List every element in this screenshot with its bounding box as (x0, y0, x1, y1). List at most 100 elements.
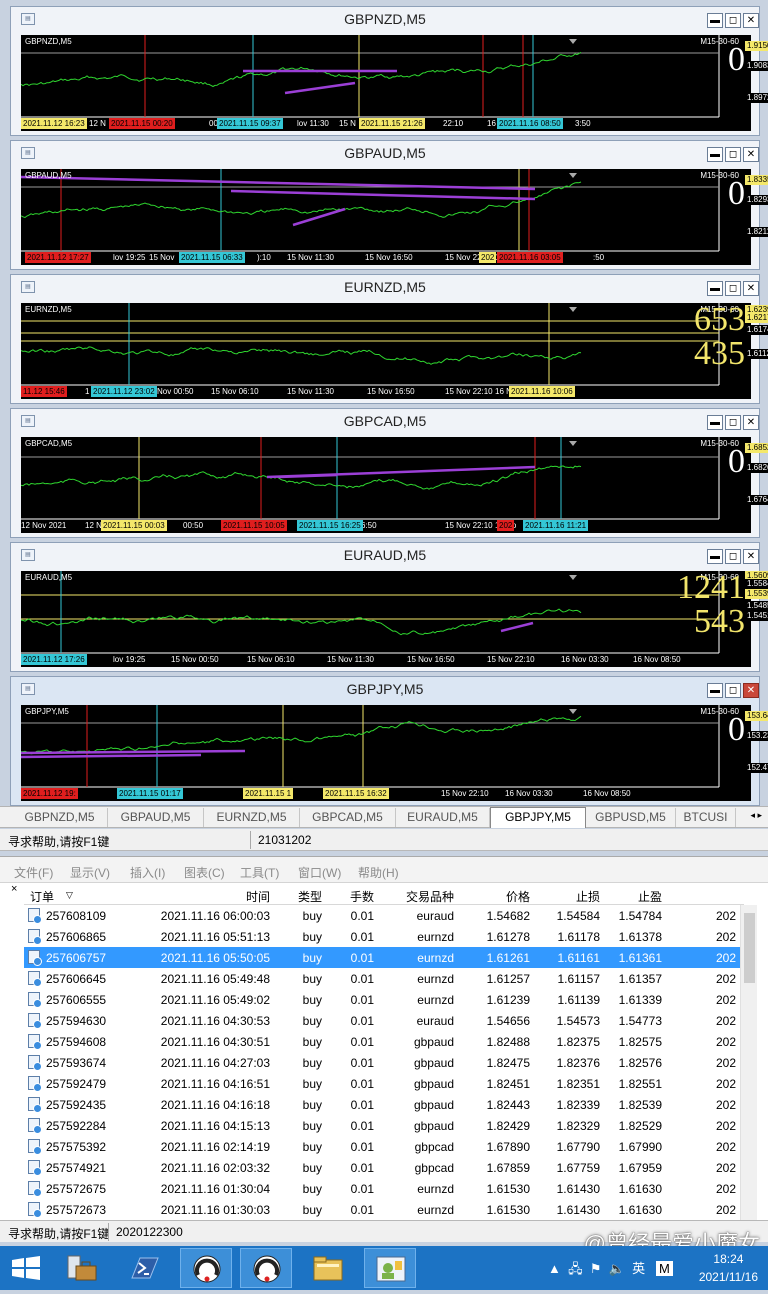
column-header-lots[interactable]: 手数 (326, 888, 374, 905)
table-row[interactable]: 257606757 2021.11.16 05:50:05 buy 0.01 eurnz… (24, 947, 744, 968)
window-title-bar[interactable]: ▤ GBPCAD,M5 ▬ ◻ ✕ (11, 409, 759, 435)
chart-window-gbpjpy[interactable]: ▤GBPJPY,M5▬◻✕GBPJPY,M5M15-30-600153.6441… (10, 676, 768, 806)
powershell-button[interactable] (118, 1248, 170, 1288)
tab-gbpnzd[interactable]: GBPNZD,M5 (12, 808, 108, 827)
close-button[interactable]: ✕ (743, 13, 759, 28)
column-header-order[interactable]: 订单 (30, 888, 140, 905)
window-title-bar[interactable]: ▤ GBPNZD,M5 ▬ ◻ ✕ (11, 7, 759, 33)
tab-eurnzd[interactable]: EURNZD,M5 (204, 808, 300, 827)
network-icon[interactable]: 🖧 (568, 1261, 583, 1276)
table-row[interactable]: 257572675 2021.11.16 01:30:04 buy 0.01 eurnz… (24, 1178, 744, 1199)
close-button[interactable]: ✕ (743, 683, 759, 698)
chart-window-gbpcad[interactable]: ▤GBPCAD,M5▬◻✕GBPCAD,M5M15-30-6001.685231… (10, 408, 768, 538)
table-row[interactable]: 257593674 2021.11.16 04:27:03 buy 0.01 gbpau… (24, 1052, 744, 1073)
table-row[interactable]: 257592435 2021.11.16 04:16:18 buy 0.01 gbpau… (24, 1094, 744, 1115)
price-chart[interactable]: GBPJPY,M5M15-30-600153.644153.230152.470… (21, 705, 768, 801)
tab-scroll-arrows[interactable]: ◂ ▸ (750, 810, 762, 821)
minimize-button[interactable]: ▬ (707, 549, 723, 564)
cell-time: 2021.11.16 04:16:51 (160, 1077, 270, 1091)
maximize-button[interactable]: ◻ (725, 415, 741, 430)
cell-symbol: gbpaud (413, 1098, 454, 1112)
chart-window-eurnzd[interactable]: ▤ EURNZD,M5 ▬ ◻ ✕ EURNZD,M5 M15-30-60 653 435 1.6… (10, 274, 768, 404)
column-header-symbol[interactable]: 交易品种 (378, 888, 454, 905)
close-button[interactable]: ✕ (743, 281, 759, 296)
window-title-bar[interactable]: ▤ EURNZD,M5 ▬ ◻ ✕ (11, 275, 759, 301)
price-chart[interactable]: GBPNZD,M5M15-30-6001.915031.908301.89720… (21, 35, 768, 131)
volume-icon[interactable]: 🔈 (609, 1261, 625, 1276)
tray-up-arrow-icon[interactable]: ▲ (548, 1261, 561, 1276)
tab-gbpusd[interactable]: GBPUSD,M5 (586, 808, 676, 827)
remote-desktop-button[interactable] (364, 1248, 416, 1288)
start-button[interactable] (0, 1248, 52, 1288)
window-title-bar[interactable]: ▤ GBPAUD,M5 ▬ ◻ ✕ (11, 141, 759, 167)
menu-item-0[interactable]: 文件(F) (14, 864, 53, 881)
chart-window-euraud[interactable]: ▤ EURAUD,M5 ▬ ◻ ✕ EURAUD,M5 M15-30-60 1241 543 1.… (10, 542, 768, 672)
menu-item-5[interactable]: 窗口(W) (298, 864, 341, 881)
minimize-button[interactable]: ▬ (707, 281, 723, 296)
tab-gbpjpy[interactable]: GBPJPY,M5 (490, 807, 586, 828)
window-title-bar[interactable]: ▤ GBPJPY,M5 ▬ ◻ ✕ (11, 677, 759, 703)
table-row[interactable]: 257606555 2021.11.16 05:49:02 buy 0.01 eurnz… (24, 989, 744, 1010)
minimize-button[interactable]: ▬ (707, 147, 723, 162)
table-row[interactable]: 257608109 2021.11.16 06:00:03 buy 0.01 eurau… (24, 905, 744, 926)
minimize-button[interactable]: ▬ (707, 683, 723, 698)
tab-gbpaud[interactable]: GBPAUD,M5 (108, 808, 204, 827)
time-axis-label: 15 Nov 06:10 (247, 655, 295, 664)
maximize-button[interactable]: ◻ (725, 549, 741, 564)
cell-time: 2021.11.16 04:30:53 (160, 1014, 270, 1028)
cell-symbol: eurnzd (417, 1203, 454, 1217)
price-chart[interactable]: EURAUD,M5M15-30-6012415431.560931.558451… (21, 571, 768, 667)
ime-mode-indicator[interactable]: M (656, 1261, 673, 1276)
table-row[interactable]: 257592284 2021.11.16 04:15:13 buy 0.01 gbpau… (24, 1115, 744, 1136)
price-chart[interactable]: EURNZD,M5M15-30-606534351.623951.621771.… (21, 303, 768, 399)
ime-indicator[interactable]: 英 (632, 1261, 645, 1276)
close-button[interactable]: ✕ (743, 549, 759, 564)
menu-item-6[interactable]: 帮助(H) (358, 864, 399, 881)
menu-item-3[interactable]: 图表(C) (184, 864, 225, 881)
table-row[interactable]: 257574921 2021.11.16 02:03:32 buy 0.01 gbpca… (24, 1157, 744, 1178)
chart-window-gbpaud[interactable]: ▤GBPAUD,M5▬◻✕GBPAUD,M5M15-30-6001.833571… (10, 140, 768, 270)
vertical-scrollbar[interactable] (740, 905, 757, 1223)
trend-line (500, 621, 534, 633)
table-row[interactable]: 257592479 2021.11.16 04:16:51 buy 0.01 gbpau… (24, 1073, 744, 1094)
tab-euraud[interactable]: EURAUD,M5 (396, 808, 490, 827)
menu-item-2[interactable]: 插入(I) (130, 864, 165, 881)
maximize-button[interactable]: ◻ (725, 683, 741, 698)
minimize-button[interactable]: ▬ (707, 415, 723, 430)
table-row[interactable]: 257572673 2021.11.16 01:30:03 buy 0.01 eurnz… (24, 1199, 744, 1220)
metatrader-app-button-2[interactable] (240, 1248, 292, 1288)
scroll-thumb[interactable] (744, 913, 755, 983)
column-header-stop-loss[interactable]: 止损 (534, 888, 600, 905)
window-title-bar[interactable]: ▤ EURAUD,M5 ▬ ◻ ✕ (11, 543, 759, 569)
flag-icon[interactable]: ⚑ (590, 1261, 602, 1276)
column-header-time[interactable]: 时间 (140, 888, 270, 905)
menu-item-1[interactable]: 显示(V) (70, 864, 110, 881)
price-axis-label: 153.230 (745, 731, 768, 741)
chart-window-gbpnzd[interactable]: ▤GBPNZD,M5▬◻✕GBPNZD,M5M15-30-6001.915031… (10, 6, 768, 136)
close-button[interactable]: ✕ (743, 415, 759, 430)
tab-btcusi[interactable]: BTCUSI (676, 808, 736, 827)
taskbar: ▲ 🖧 ⚑ 🔈 英 M 18:24 2021/11/16 (0, 1246, 768, 1290)
price-chart[interactable]: GBPCAD,M5M15-30-6001.685231.682601.67645… (21, 437, 768, 533)
system-clock[interactable]: 18:24 2021/11/16 (699, 1250, 758, 1286)
table-row[interactable]: 257594630 2021.11.16 04:30:53 buy 0.01 eurau… (24, 1010, 744, 1031)
metatrader-app-button-1[interactable] (180, 1248, 232, 1288)
price-chart[interactable]: GBPAUD,M5M15-30-6001.833571.829301.82110… (21, 169, 768, 265)
maximize-button[interactable]: ◻ (725, 13, 741, 28)
menu-item-4[interactable]: 工具(T) (240, 864, 279, 881)
close-icon[interactable]: × (11, 883, 17, 895)
table-row[interactable]: 257594608 2021.11.16 04:30:51 buy 0.01 gbpau… (24, 1031, 744, 1052)
table-row[interactable]: 257575392 2021.11.16 02:14:19 buy 0.01 gbpca… (24, 1136, 744, 1157)
column-header-take-profit[interactable]: 止盈 (604, 888, 662, 905)
tab-gbpcad[interactable]: GBPCAD,M5 (300, 808, 396, 827)
server-manager-button[interactable] (56, 1248, 108, 1288)
minimize-button[interactable]: ▬ (707, 13, 723, 28)
file-explorer-button[interactable] (302, 1248, 354, 1288)
close-button[interactable]: ✕ (743, 147, 759, 162)
column-header-price[interactable]: 价格 (458, 888, 530, 905)
maximize-button[interactable]: ◻ (725, 281, 741, 296)
column-header-type[interactable]: 类型 (274, 888, 322, 905)
table-row[interactable]: 257606865 2021.11.16 05:51:13 buy 0.01 eurnz… (24, 926, 744, 947)
table-row[interactable]: 257606645 2021.11.16 05:49:48 buy 0.01 eurnz… (24, 968, 744, 989)
maximize-button[interactable]: ◻ (725, 147, 741, 162)
